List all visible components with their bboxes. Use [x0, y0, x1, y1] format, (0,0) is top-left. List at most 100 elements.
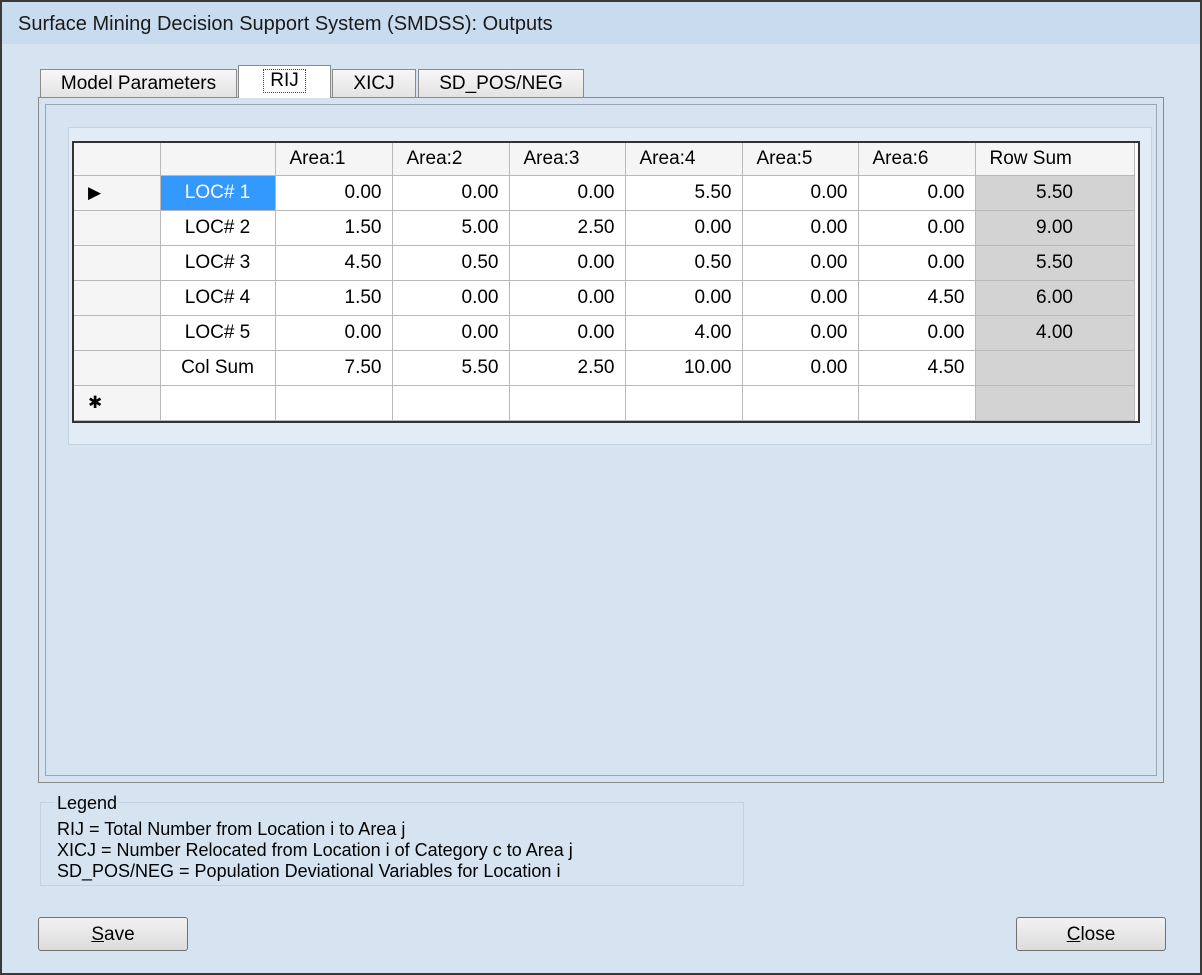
row-label-cell[interactable]: LOC# 4	[160, 280, 276, 316]
row-sum-cell[interactable]	[975, 350, 1135, 386]
table-cell[interactable]: 0.00	[858, 175, 976, 211]
rij-table: Area:1 Area:2 Area:3 Area:4 Area:5 Area:…	[74, 143, 1135, 421]
table-row[interactable]: LOC# 3 4.50 0.50 0.00 0.50 0.00 0.00 5.50	[74, 245, 1135, 281]
table-cell[interactable]: 4.50	[858, 280, 976, 316]
tab-xicj[interactable]: XICJ	[332, 69, 416, 97]
table-cell[interactable]: 0.00	[625, 280, 743, 316]
row-label-cell[interactable]: LOC# 1	[160, 175, 276, 211]
close-label-rest: lose	[1080, 924, 1116, 945]
current-row-indicator-icon[interactable]: ▶	[74, 175, 161, 211]
new-row[interactable]: ✱	[74, 385, 1135, 421]
row-sum-cell[interactable]	[975, 385, 1135, 421]
column-header-area-5[interactable]: Area:5	[742, 143, 859, 176]
table-cell[interactable]: 0.00	[509, 315, 626, 351]
empty-cell[interactable]	[160, 385, 276, 421]
table-row[interactable]: LOC# 4 1.50 0.00 0.00 0.00 0.00 4.50 6.00	[74, 280, 1135, 316]
corner-header[interactable]	[74, 143, 161, 176]
column-header-area-4[interactable]: Area:4	[625, 143, 743, 176]
table-cell[interactable]: 10.00	[625, 350, 743, 386]
table-cell[interactable]: 0.00	[742, 175, 859, 211]
empty-cell[interactable]	[742, 385, 859, 421]
tab-label: Model Parameters	[60, 73, 217, 94]
close-button[interactable]: Close	[1016, 917, 1166, 951]
legend-line-xicj: XICJ = Number Relocated from Location i …	[57, 840, 573, 860]
table-cell[interactable]: 0.00	[509, 245, 626, 281]
table-cell[interactable]: 0.00	[392, 280, 510, 316]
table-cell[interactable]: 0.50	[625, 245, 743, 281]
table-cell[interactable]: 7.50	[275, 350, 393, 386]
tab-label: SD_POS/NEG	[439, 73, 563, 94]
table-cell[interactable]: 0.00	[742, 350, 859, 386]
table-cell[interactable]: 0.00	[858, 245, 976, 281]
table-cell[interactable]: 2.50	[509, 210, 626, 246]
table-cell[interactable]: 4.50	[858, 350, 976, 386]
table-cell[interactable]: 0.00	[858, 210, 976, 246]
row-header[interactable]	[74, 245, 161, 281]
row-label-cell[interactable]: Col Sum	[160, 350, 276, 386]
row-sum-cell[interactable]: 4.00	[975, 315, 1135, 351]
table-cell[interactable]: 0.00	[392, 175, 510, 211]
table-row[interactable]: LOC# 2 1.50 5.00 2.50 0.00 0.00 0.00 9.00	[74, 210, 1135, 246]
table-cell[interactable]: 4.50	[275, 245, 393, 281]
row-header[interactable]	[74, 315, 161, 351]
new-row-indicator-icon[interactable]: ✱	[74, 385, 161, 421]
empty-cell[interactable]	[858, 385, 976, 421]
window-title: Surface Mining Decision Support System (…	[18, 13, 553, 35]
empty-cell[interactable]	[509, 385, 626, 421]
column-header-row-sum[interactable]: Row Sum	[975, 143, 1135, 176]
close-mnemonic: C	[1066, 924, 1081, 945]
tab-sd-pos-neg[interactable]: SD_POS/NEG	[418, 69, 584, 97]
title-bar[interactable]: Surface Mining Decision Support System (…	[2, 2, 1200, 44]
row-label-cell[interactable]: LOC# 3	[160, 245, 276, 281]
table-cell[interactable]: 1.50	[275, 210, 393, 246]
save-button[interactable]: Save	[38, 917, 188, 951]
table-cell[interactable]: 0.00	[858, 315, 976, 351]
table-cell[interactable]: 0.00	[392, 315, 510, 351]
empty-cell[interactable]	[625, 385, 743, 421]
table-cell[interactable]: 0.00	[275, 315, 393, 351]
table-cell[interactable]: 1.50	[275, 280, 393, 316]
tab-model-parameters[interactable]: Model Parameters	[40, 69, 237, 97]
table-cell[interactable]: 0.00	[625, 210, 743, 246]
column-header-area-1[interactable]: Area:1	[275, 143, 393, 176]
table-row[interactable]: Col Sum 7.50 5.50 2.50 10.00 0.00 4.50	[74, 350, 1135, 386]
table-row[interactable]: ▶ LOC# 1 0.00 0.00 0.00 5.50 0.00 0.00 5.50	[74, 175, 1135, 211]
table-cell[interactable]: 0.00	[509, 280, 626, 316]
table-cell[interactable]: 0.00	[742, 315, 859, 351]
row-sum-cell[interactable]: 5.50	[975, 175, 1135, 211]
tab-label: XICJ	[353, 73, 395, 94]
empty-cell[interactable]	[275, 385, 393, 421]
rij-data-grid[interactable]: Area:1 Area:2 Area:3 Area:4 Area:5 Area:…	[72, 141, 1140, 423]
outputs-window: Surface Mining Decision Support System (…	[0, 0, 1202, 975]
table-cell[interactable]: 4.00	[625, 315, 743, 351]
save-mnemonic: S	[91, 924, 105, 945]
table-cell[interactable]: 5.50	[392, 350, 510, 386]
legend-title: Legend	[55, 793, 120, 814]
column-header-label[interactable]	[160, 143, 276, 176]
row-label-cell[interactable]: LOC# 2	[160, 210, 276, 246]
table-cell[interactable]: 0.00	[509, 175, 626, 211]
table-cell[interactable]: 5.50	[625, 175, 743, 211]
table-cell[interactable]: 0.00	[742, 245, 859, 281]
column-header-area-3[interactable]: Area:3	[509, 143, 626, 176]
empty-cell[interactable]	[392, 385, 510, 421]
row-header[interactable]	[74, 350, 161, 386]
row-header[interactable]	[74, 210, 161, 246]
table-cell[interactable]: 0.50	[392, 245, 510, 281]
table-cell[interactable]: 0.00	[742, 280, 859, 316]
row-sum-cell[interactable]: 6.00	[975, 280, 1135, 316]
row-label-cell[interactable]: LOC# 5	[160, 315, 276, 351]
column-header-area-6[interactable]: Area:6	[858, 143, 976, 176]
save-label-rest: ave	[104, 924, 135, 945]
table-cell[interactable]: 2.50	[509, 350, 626, 386]
legend-line-sd-pos-neg: SD_POS/NEG = Population Deviational Vari…	[57, 861, 561, 881]
table-cell[interactable]: 0.00	[275, 175, 393, 211]
row-header[interactable]	[74, 280, 161, 316]
table-cell[interactable]: 5.00	[392, 210, 510, 246]
table-row[interactable]: LOC# 5 0.00 0.00 0.00 4.00 0.00 0.00 4.00	[74, 315, 1135, 351]
tab-rij[interactable]: RIJ	[238, 65, 331, 98]
table-cell[interactable]: 0.00	[742, 210, 859, 246]
row-sum-cell[interactable]: 5.50	[975, 245, 1135, 281]
column-header-area-2[interactable]: Area:2	[392, 143, 510, 176]
row-sum-cell[interactable]: 9.00	[975, 210, 1135, 246]
